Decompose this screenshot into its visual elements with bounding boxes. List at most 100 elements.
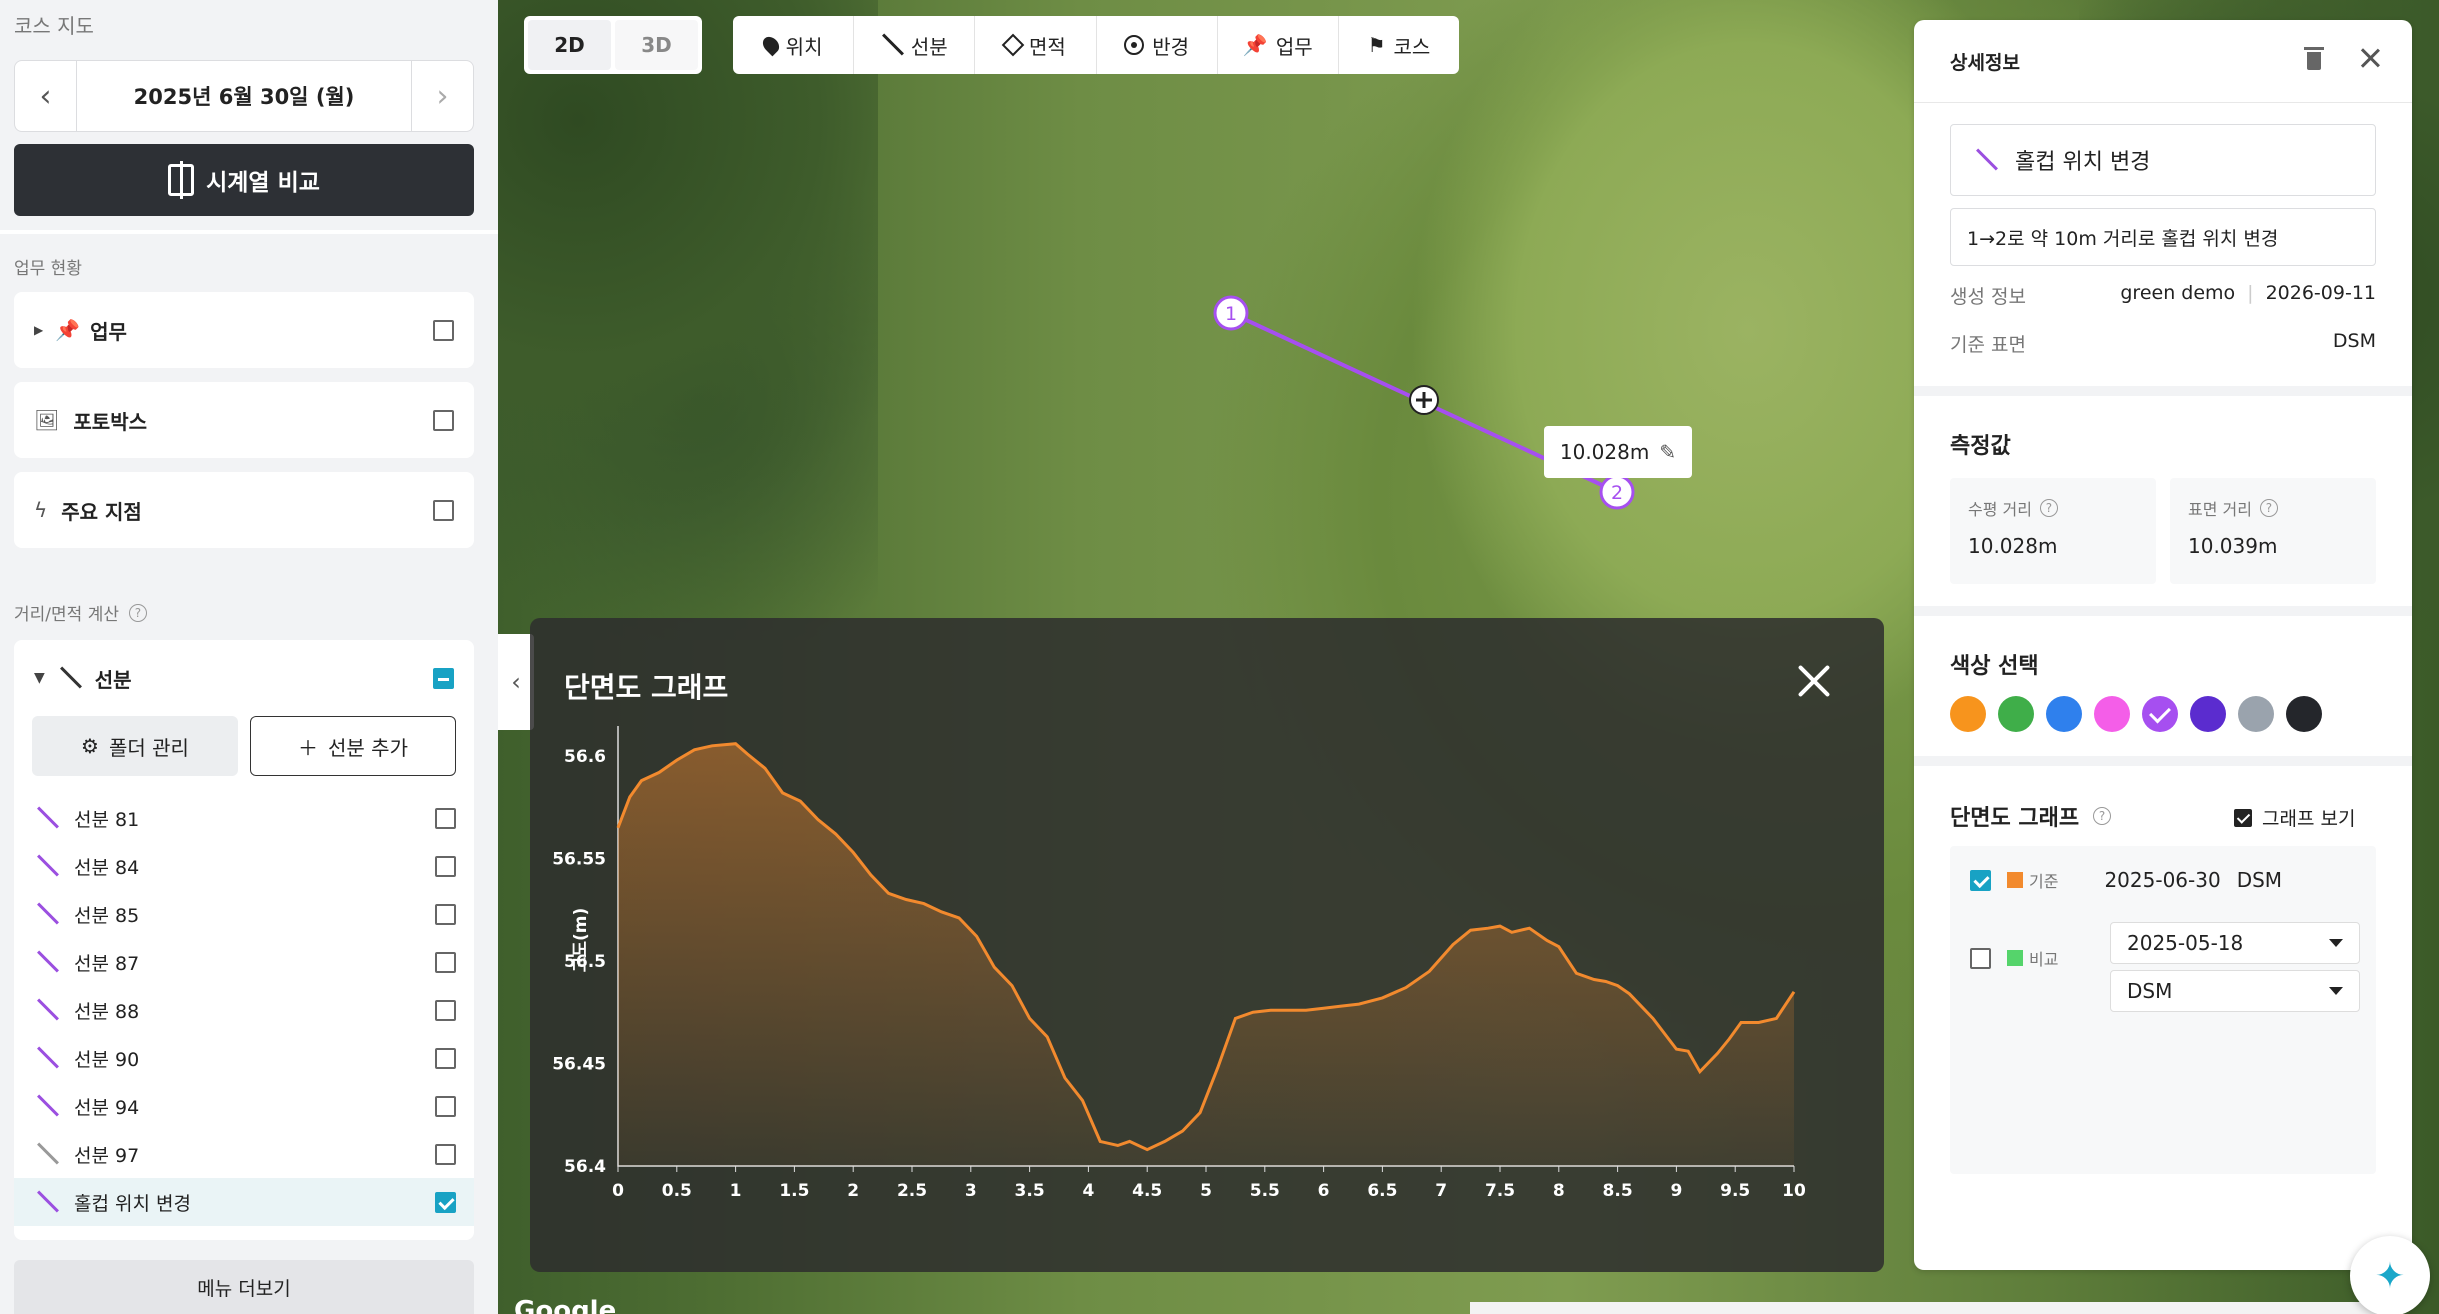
- tool-course[interactable]: ⚑ 코스: [1339, 16, 1459, 74]
- prev-date-button[interactable]: ‹: [15, 61, 77, 131]
- tool-line[interactable]: 선분: [854, 16, 976, 74]
- next-date-button[interactable]: ›: [411, 61, 473, 131]
- compare-date-select[interactable]: 2025-05-18: [2110, 922, 2360, 964]
- profile-title: 단면도 그래프: [1950, 806, 2080, 831]
- distance-tag[interactable]: 10.028m ✎: [1544, 426, 1692, 478]
- tool-work[interactable]: 📌 업무: [1218, 16, 1339, 74]
- description-field[interactable]: 1→2로 약 10m 거리로 홀컵 위치 변경: [1950, 208, 2376, 266]
- line-item-checkbox[interactable]: [435, 1095, 456, 1117]
- color-swatch[interactable]: [2046, 696, 2082, 732]
- sidebar-title: 코스 지도: [14, 14, 94, 38]
- collapse-sidebar-button[interactable]: ‹: [498, 634, 534, 730]
- plus-icon: ＋: [298, 735, 319, 760]
- caret-right-icon[interactable]: ▶: [34, 323, 43, 337]
- close-icon[interactable]: [2358, 46, 2382, 70]
- line-item-checkbox[interactable]: [435, 1047, 456, 1069]
- line-item-checkbox[interactable]: [435, 903, 456, 925]
- x-tick-label: 7: [1435, 1181, 1447, 1201]
- x-tick-label: 6.5: [1367, 1181, 1397, 1201]
- color-swatch[interactable]: [2286, 696, 2322, 732]
- view-2d-button[interactable]: 2D: [528, 20, 611, 70]
- y-tick-label: 56.55: [552, 850, 606, 870]
- profile-area: [618, 743, 1794, 1166]
- photobox-card[interactable]: 🖼 포토박스: [14, 382, 474, 458]
- line-item-name: 선분 84: [74, 856, 140, 879]
- line-item-checkbox[interactable]: [435, 1191, 456, 1213]
- line-item-name: 선분 85: [74, 904, 140, 927]
- tool-location[interactable]: 위치: [733, 16, 855, 74]
- color-swatch[interactable]: [1998, 696, 2034, 732]
- compare-icon: [168, 161, 195, 199]
- work-card[interactable]: ▶ 📌 업무: [14, 292, 474, 368]
- line-item-checkbox[interactable]: [435, 951, 456, 973]
- line-item[interactable]: 선분 81: [14, 794, 474, 842]
- help-icon[interactable]: ?: [2093, 807, 2112, 825]
- line-item-checkbox[interactable]: [435, 999, 456, 1021]
- graph-view-label: 그래프 보기: [2262, 808, 2356, 830]
- profile-section-header: 단면도 그래프 ?: [1950, 800, 2112, 832]
- add-line-button[interactable]: ＋ 선분 추가: [250, 716, 456, 776]
- current-date[interactable]: 2025년 6월 30일 (월): [77, 81, 411, 111]
- line-item-name: 선분 87: [74, 952, 140, 975]
- tool-label: 위치: [785, 34, 823, 59]
- flag-icon: ⚑: [1367, 33, 1386, 57]
- help-icon[interactable]: ?: [2259, 499, 2278, 517]
- line-item[interactable]: 선분 87: [14, 938, 474, 986]
- key-points-card[interactable]: ϟ 주요 지점: [14, 472, 474, 548]
- key-points-checkbox[interactable]: [433, 499, 454, 521]
- line-segment-icon: [36, 1047, 58, 1069]
- line-item[interactable]: 선분 88: [14, 986, 474, 1034]
- x-tick-label: 0.5: [662, 1181, 692, 1201]
- ai-assistant-button[interactable]: ✦: [2350, 1236, 2430, 1314]
- color-swatch[interactable]: [2094, 696, 2130, 732]
- name-field[interactable]: 홀컵 위치 변경: [1950, 124, 2376, 196]
- help-icon[interactable]: ?: [2039, 499, 2058, 517]
- line-item-checkbox[interactable]: [435, 1143, 456, 1165]
- compare-surface-select[interactable]: DSM: [2110, 970, 2360, 1012]
- line-item[interactable]: 선분 85: [14, 890, 474, 938]
- google-logo: Google: [514, 1296, 617, 1314]
- color-swatch[interactable]: [2190, 696, 2226, 732]
- line-item-name: 선분 97: [74, 1144, 140, 1167]
- line-segment-icon: [36, 999, 58, 1021]
- photos-icon: 🖼: [34, 408, 60, 432]
- line-item-checkbox[interactable]: [435, 807, 456, 829]
- view-3d-button[interactable]: 3D: [615, 20, 698, 70]
- caret-down-icon[interactable]: ▼: [34, 670, 45, 686]
- pencil-icon[interactable]: ✎: [1659, 440, 1676, 464]
- color-swatch[interactable]: [1950, 696, 1986, 732]
- color-swatch[interactable]: [2238, 696, 2274, 732]
- caret-down-icon: [2329, 939, 2343, 947]
- surface-row: 기준 표면 DSM: [1950, 330, 2376, 357]
- work-checkbox[interactable]: [433, 319, 454, 341]
- line-panel-header[interactable]: ▼ 선분: [14, 640, 474, 716]
- line-group-checkbox[interactable]: [433, 667, 454, 689]
- bolt-icon: ϟ: [34, 498, 48, 522]
- radius-icon: [1124, 35, 1145, 55]
- pushpin-icon: 📌: [1242, 33, 1268, 57]
- line-item[interactable]: 선분 84: [14, 842, 474, 890]
- folder-manage-button[interactable]: ⚙ 폴더 관리: [32, 716, 238, 776]
- timeseries-compare-button[interactable]: 시계열 비교: [14, 144, 474, 216]
- help-icon[interactable]: ?: [128, 603, 147, 622]
- tool-area[interactable]: 면적: [975, 16, 1097, 74]
- photobox-checkbox[interactable]: [433, 409, 454, 431]
- color-swatch[interactable]: [2142, 696, 2178, 732]
- x-tick-label: 9.5: [1720, 1181, 1750, 1201]
- trash-icon[interactable]: [2304, 46, 2324, 70]
- line-item-checkbox[interactable]: [435, 855, 456, 877]
- compare-checkbox[interactable]: [1970, 947, 1991, 969]
- tool-radius[interactable]: 반경: [1097, 16, 1218, 74]
- graph-view-checkbox[interactable]: [2234, 808, 2252, 827]
- base-label: 기준: [2029, 872, 2059, 891]
- line-item[interactable]: 선분 90: [14, 1034, 474, 1082]
- base-checkbox[interactable]: [1970, 869, 1991, 891]
- x-tick-label: 5.5: [1250, 1181, 1280, 1201]
- line-item[interactable]: 선분 94: [14, 1082, 474, 1130]
- line-item[interactable]: 선분 97: [14, 1130, 474, 1178]
- line-segment-icon: [1975, 149, 1997, 171]
- line-item-selected[interactable]: 홀컵 위치 변경: [14, 1178, 474, 1226]
- graph-view-toggle[interactable]: 그래프 보기: [2234, 804, 2355, 831]
- pushpin-icon: 📌: [55, 318, 81, 342]
- more-menu-button[interactable]: 메뉴 더보기: [14, 1260, 474, 1314]
